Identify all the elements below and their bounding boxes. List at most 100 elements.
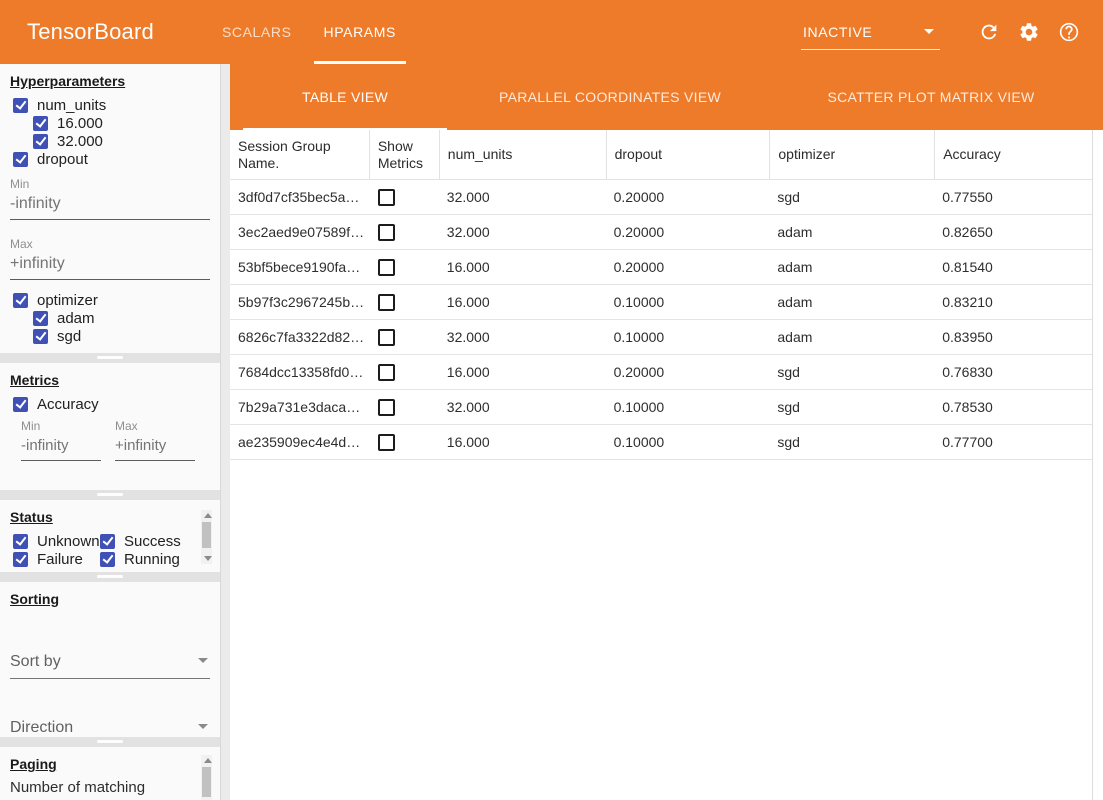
num-units-checkbox[interactable]: [13, 98, 28, 113]
scroll-up-icon[interactable]: [204, 758, 212, 763]
status-unknown-checkbox[interactable]: [13, 534, 28, 549]
show-metrics-checkbox[interactable]: [378, 329, 395, 346]
status-heading: Status: [10, 509, 220, 525]
tensorboard-app: TensorBoard SCALARS HPARAMS INACTIVE: [0, 0, 1103, 800]
column-header-accuracy[interactable]: Accuracy: [934, 130, 1092, 179]
show-metrics-cell: [369, 364, 439, 381]
show-metrics-cell: [369, 259, 439, 276]
panel-resize-handle[interactable]: [0, 353, 220, 363]
paging-scrollbar[interactable]: [201, 755, 212, 800]
table-row: 6826c7fa3322d82… 32.000 0.10000 adam 0.8…: [230, 320, 1092, 355]
show-metrics-checkbox[interactable]: [378, 399, 395, 416]
status-running-checkbox[interactable]: [100, 552, 115, 567]
show-metrics-cell: [369, 329, 439, 346]
metric-accuracy-row: Accuracy: [13, 395, 220, 413]
tab-scalars-label: SCALARS: [222, 24, 292, 40]
show-metrics-checkbox[interactable]: [378, 224, 395, 241]
dropout-max-input[interactable]: +infinity: [10, 251, 210, 280]
hparams-sidebar: Hyperparameters num_units 16.000 32.000 …: [0, 64, 220, 800]
accuracy-max-input[interactable]: +infinity: [115, 433, 195, 461]
table-row: 53bf5bece9190fa… 16.000 0.20000 adam 0.8…: [230, 250, 1092, 285]
show-metrics-checkbox[interactable]: [378, 294, 395, 311]
status-options: Unknown Success Failure Running: [13, 532, 220, 568]
tab-table-view[interactable]: TABLE VIEW: [243, 64, 447, 130]
session-group-name: ae235909ec4e4d…: [230, 434, 369, 450]
hyperparameters-panel: Hyperparameters num_units 16.000 32.000 …: [0, 64, 220, 353]
sorting-heading: Sorting: [10, 591, 220, 607]
show-metrics-checkbox[interactable]: [378, 364, 395, 381]
table-row: 7684dcc13358fd0… 16.000 0.20000 sgd 0.76…: [230, 355, 1092, 390]
num-units-cell: 16.000: [439, 364, 606, 380]
optimizer-sgd-checkbox[interactable]: [33, 329, 48, 344]
scrollbar-thumb[interactable]: [202, 522, 211, 548]
column-header-show-metrics[interactable]: Show Metrics: [369, 130, 439, 179]
panel-resize-handle[interactable]: [0, 737, 220, 747]
num-units-16-checkbox[interactable]: [33, 116, 48, 131]
num-units-16-label: 16.000: [57, 115, 103, 132]
optimizer-cell: adam: [769, 294, 934, 310]
refresh-icon: [978, 21, 1000, 43]
num-units-32-checkbox[interactable]: [33, 134, 48, 149]
show-metrics-checkbox[interactable]: [378, 259, 395, 276]
accuracy-min-input[interactable]: -infinity: [21, 433, 101, 461]
table-row: 3ec2aed9e07589f… 32.000 0.20000 adam 0.8…: [230, 215, 1092, 250]
status-success-checkbox[interactable]: [100, 534, 115, 549]
dropout-cell: 0.10000: [606, 329, 770, 345]
session-group-name: 3ec2aed9e07589f…: [230, 224, 369, 240]
dropout-min-input[interactable]: -infinity: [10, 191, 210, 220]
tab-parallel-coordinates-view[interactable]: PARALLEL COORDINATES VIEW: [447, 64, 773, 130]
scrollbar-thumb[interactable]: [202, 767, 211, 797]
show-metrics-checkbox[interactable]: [378, 189, 395, 206]
accuracy-cell: 0.83210: [934, 294, 1092, 310]
hparam-num-units-row: num_units: [13, 96, 220, 114]
column-header-optimizer[interactable]: optimizer: [769, 130, 934, 179]
optimizer-label: optimizer: [37, 292, 98, 309]
session-group-name: 5b97f3c2967245b…: [230, 294, 369, 310]
optimizer-adam-label: adam: [57, 310, 95, 327]
scroll-down-icon[interactable]: [204, 556, 212, 561]
settings-button[interactable]: [1018, 21, 1040, 43]
refresh-button[interactable]: [978, 21, 1000, 43]
metrics-heading: Metrics: [10, 372, 220, 388]
column-header-session-group-name[interactable]: Session Group Name.: [230, 130, 369, 179]
column-header-dropout[interactable]: dropout: [606, 130, 770, 179]
num-units-cell: 16.000: [439, 434, 606, 450]
optimizer-cell: adam: [769, 224, 934, 240]
optimizer-sgd-label: sgd: [57, 328, 81, 345]
sidebar-scroll-gutter[interactable]: [220, 64, 230, 800]
tab-hparams[interactable]: HPARAMS: [308, 0, 412, 64]
optimizer-adam-checkbox[interactable]: [33, 311, 48, 326]
dropout-checkbox[interactable]: [13, 152, 28, 167]
accuracy-checkbox[interactable]: [13, 397, 28, 412]
max-label: Max: [10, 237, 210, 251]
help-button[interactable]: [1058, 21, 1080, 43]
accuracy-cell: 0.82650: [934, 224, 1092, 240]
status-failure-checkbox[interactable]: [13, 552, 28, 567]
optimizer-cell: adam: [769, 259, 934, 275]
top-toolbar: TensorBoard SCALARS HPARAMS INACTIVE: [0, 0, 1103, 64]
table-row: ae235909ec4e4d… 16.000 0.10000 sgd 0.777…: [230, 425, 1092, 460]
run-status-dropdown[interactable]: INACTIVE: [801, 24, 940, 50]
num-units-value-row: 16.000: [33, 114, 220, 132]
matching-groups-count: Number of matching session groups: 8: [10, 779, 194, 800]
scroll-up-icon[interactable]: [204, 513, 212, 518]
accuracy-min-field: Min -infinity: [21, 419, 101, 461]
tab-scatter-plot-matrix-view[interactable]: SCATTER PLOT MATRIX VIEW: [773, 64, 1089, 130]
optimizer-checkbox[interactable]: [13, 293, 28, 308]
run-status-value: INACTIVE: [803, 24, 872, 40]
panel-resize-handle[interactable]: [0, 490, 220, 500]
num-units-cell: 32.000: [439, 399, 606, 415]
status-unknown-label: Unknown: [37, 533, 100, 550]
status-scrollbar[interactable]: [201, 510, 212, 564]
show-metrics-checkbox[interactable]: [378, 434, 395, 451]
session-group-name: 53bf5bece9190fa…: [230, 259, 369, 275]
panel-resize-handle[interactable]: [0, 572, 220, 582]
tab-scalars[interactable]: SCALARS: [206, 0, 308, 64]
num-units-cell: 16.000: [439, 259, 606, 275]
num-units-cell: 32.000: [439, 189, 606, 205]
sort-by-dropdown[interactable]: Sort by: [10, 648, 210, 679]
direction-dropdown[interactable]: Direction: [10, 714, 210, 737]
tab-hparams-label: HPARAMS: [324, 24, 396, 40]
column-header-num-units[interactable]: num_units: [439, 130, 606, 179]
status-success-row: Success: [100, 532, 200, 550]
